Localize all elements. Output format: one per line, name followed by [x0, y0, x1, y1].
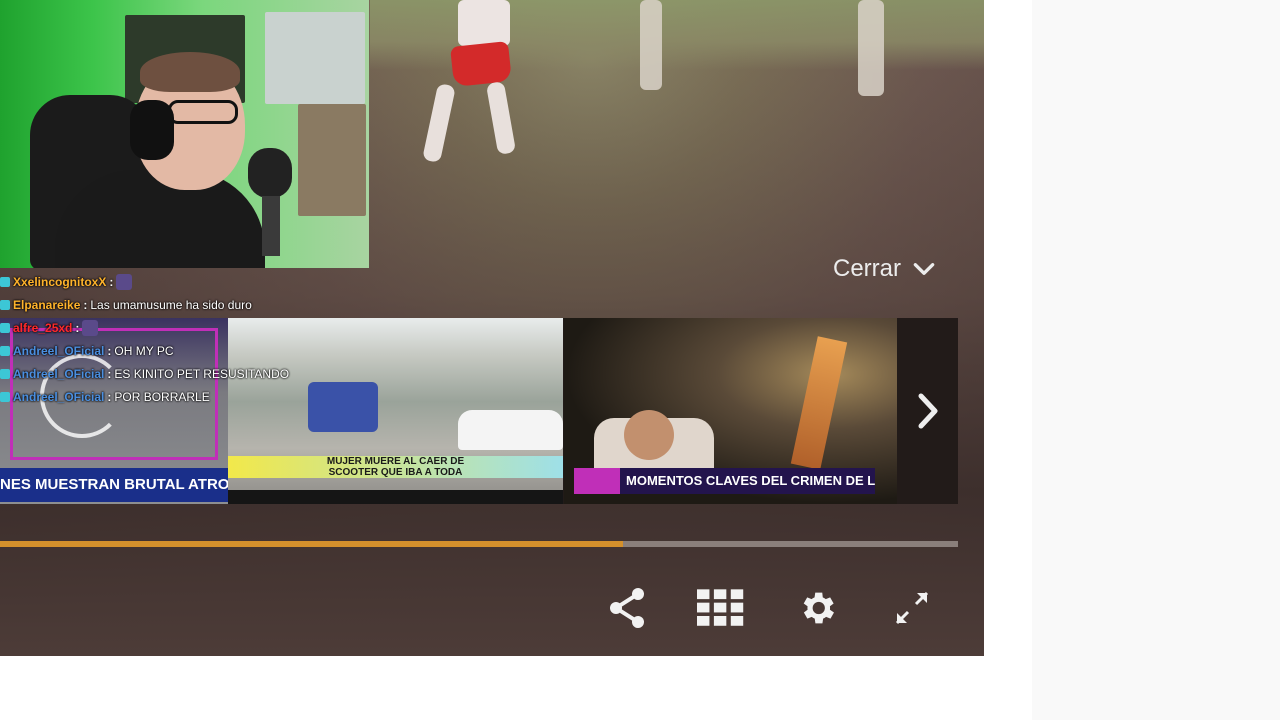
video-scene-runner-leg — [485, 80, 517, 156]
chat-badge-icon — [0, 345, 10, 356]
streamer-webcam — [0, 0, 369, 268]
next-related-button[interactable] — [898, 318, 958, 504]
close-label: Cerrar — [833, 255, 902, 282]
person-head-shape — [624, 410, 674, 460]
chat-text: OH MY PC — [114, 343, 174, 358]
wall-poster — [265, 12, 365, 104]
microphone — [248, 148, 292, 198]
chat-message: Andreel_OFicial : OH MY PC — [0, 339, 330, 362]
video-scene-post — [858, 0, 884, 96]
streamer-glasses — [168, 100, 238, 124]
chevron-down-icon — [913, 263, 935, 275]
chat-text: ES KINITO PET RESUSITANDO — [114, 366, 290, 381]
chat-message: Andreel_OFicial : POR BORRARLE — [0, 385, 330, 408]
streamer-hair — [140, 52, 240, 92]
chat-message: XxelincognitoxX : — [0, 270, 330, 293]
chat-separator: : — [107, 366, 112, 381]
chat-separator: : — [75, 320, 80, 335]
microphone-arm — [262, 196, 280, 256]
chat-username[interactable]: XxelincognitoxX — [13, 275, 106, 289]
video-scene-runner-torso — [458, 0, 510, 46]
chat-badge-icon — [0, 276, 10, 287]
chat-username[interactable]: alfre_25xd — [13, 321, 72, 335]
chat-username[interactable]: Andreel_OFicial — [13, 344, 104, 358]
video-scene-runner-shorts — [450, 41, 512, 87]
chat-username[interactable]: Andreel_OFicial — [13, 390, 104, 404]
share-button[interactable] — [603, 584, 651, 632]
related-video-thumbnail[interactable]: MOMENTOS CLAVES DEL CRIMEN DE LIZETH — [564, 318, 897, 504]
car-shape — [458, 410, 563, 450]
chat-separator: : — [109, 274, 114, 289]
wall-poster — [298, 104, 366, 216]
grid-icon — [697, 589, 744, 626]
chat-username[interactable]: Andreel_OFicial — [13, 367, 104, 381]
seek-bar-progress — [0, 541, 623, 547]
streamer-shirt — [55, 170, 265, 268]
chat-message: Elpanareike : Las umamusume ha sido duro — [0, 293, 330, 316]
chat-username[interactable]: Elpanareike — [13, 298, 80, 312]
chat-message: Andreel_OFicial : ES KINITO PET RESUSITAN… — [0, 362, 330, 385]
fullscreen-button[interactable] — [888, 584, 936, 632]
chat-text: Las umamusume ha sido duro — [90, 297, 252, 312]
chevron-right-icon — [918, 393, 938, 429]
chat-message: alfre_25xd : — [0, 316, 330, 339]
chat-separator: : — [107, 343, 112, 358]
more-videos-button[interactable] — [697, 584, 745, 632]
chat-badge-icon — [0, 391, 10, 402]
thumbnail-caption: MUJER MUERE AL CAER DE SCOOTER QUE IBA A… — [228, 456, 563, 478]
page-sidebar — [1032, 0, 1280, 720]
settings-button[interactable] — [793, 584, 841, 632]
chat-badge-icon — [0, 299, 10, 310]
video-scene-runner-leg — [422, 82, 456, 164]
seek-bar[interactable] — [0, 541, 958, 547]
chat-emote-icon — [116, 273, 133, 290]
chat-badge-icon — [0, 322, 10, 333]
chat-separator: : — [107, 389, 112, 404]
chat-separator: : — [83, 297, 88, 312]
thumbnail-caption: NES MUESTRAN BRUTAL ATROPELLO — [0, 468, 228, 502]
thumbnail-caption: MOMENTOS CLAVES DEL CRIMEN DE LIZETH — [574, 468, 875, 494]
close-related-button[interactable]: Cerrar — [833, 253, 937, 285]
video-player[interactable]: Cerrar NES MUESTRAN BRUTAL ATROPELLO MUJ… — [0, 0, 984, 656]
share-icon — [610, 588, 644, 628]
chat-text: POR BORRARLE — [114, 389, 210, 404]
chat-emote-icon — [82, 319, 99, 336]
thumbnail-letterbox — [228, 490, 563, 504]
fullscreen-icon — [895, 591, 929, 625]
gear-icon — [803, 592, 834, 624]
chat-overlay: XxelincognitoxX : Elpanareike : Las umamus… — [0, 270, 330, 408]
video-scene-post — [640, 0, 662, 90]
headphones — [130, 100, 174, 160]
chat-badge-icon — [0, 368, 10, 379]
